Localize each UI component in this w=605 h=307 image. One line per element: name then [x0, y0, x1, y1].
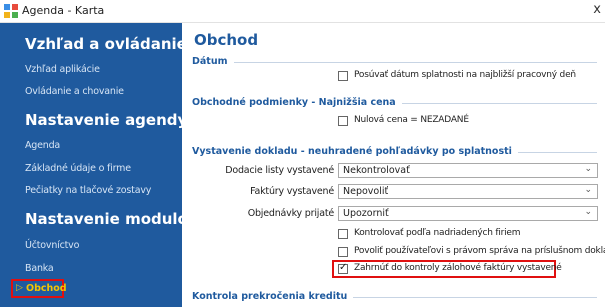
section-datum: Dátum: [192, 56, 597, 68]
section-kontrola-kreditu: Kontrola prekročenia kreditu: [192, 291, 597, 303]
sidebar-item-banka[interactable]: Banka: [25, 263, 54, 274]
section-divider: [192, 62, 597, 63]
select-value: Upozorniť: [343, 208, 389, 219]
checkbox-label: Povoliť používateľovi s právom správa na…: [354, 246, 605, 256]
title-bar: Agenda - Karta x: [0, 0, 605, 23]
checkbox[interactable]: [338, 116, 348, 126]
checkbox-checked[interactable]: [338, 262, 348, 274]
section-obchodne-podmienky: Obchodné podmienky - Najnižšia cena: [192, 97, 597, 109]
select-value: Nepovoliť: [343, 186, 389, 197]
sidebar-item-label: Obchod: [26, 283, 67, 294]
select-faktury[interactable]: Nepovoliť ⌄: [338, 184, 598, 199]
checkbox-label: Nulová cena = NEZADANÉ: [354, 115, 469, 125]
field-label-objednavky: Objednávky prijaté: [247, 208, 335, 219]
sidebar: Vzhľad a ovládanie Vzhľad aplikácie Ovlá…: [0, 23, 198, 307]
app-icon: [4, 4, 18, 18]
section-vystavenie-dokladu: Vystavenie dokladu - neuhradené pohľadáv…: [192, 146, 597, 158]
sidebar-item-uctovnictvo[interactable]: Účtovníctvo: [25, 240, 79, 251]
close-icon[interactable]: x: [593, 2, 601, 17]
sidebar-heading-moduly: Nastavenie modulov: [25, 210, 198, 228]
select-objednavky[interactable]: Upozorniť ⌄: [338, 206, 598, 221]
sidebar-item-vzhlad-aplikacie[interactable]: Vzhľad aplikácie: [25, 64, 100, 75]
checkbox[interactable]: [338, 71, 348, 81]
select-value: Nekontrolovať: [343, 165, 410, 176]
sidebar-item-ovladanie[interactable]: Ovládanie a chovanie: [25, 86, 124, 97]
window-title: Agenda - Karta: [22, 4, 105, 17]
chevron-down-icon: ⌄: [584, 207, 592, 217]
section-title: Obchodné podmienky - Najnižšia cena: [192, 97, 402, 108]
field-label-faktury: Faktúry vystavené: [250, 186, 334, 197]
triangle-right-icon: ▷: [16, 283, 23, 293]
checkbox-label: Posúvať dátum splatnosti na najbližší pr…: [354, 70, 576, 80]
section-title: Kontrola prekročenia kreditu: [192, 291, 354, 302]
section-title: Dátum: [192, 56, 234, 67]
chevron-down-icon: ⌄: [584, 164, 592, 174]
section-title: Vystavenie dokladu - neuhradené pohľadáv…: [192, 146, 518, 157]
sidebar-heading-agenda: Nastavenie agendy: [25, 111, 188, 129]
sidebar-heading-vzhlad: Vzhľad a ovládanie: [25, 35, 187, 53]
sidebar-item-zakladne-udaje[interactable]: Základné údaje o firme: [25, 163, 131, 174]
field-label-dodacie: Dodacie listy vystavené: [225, 165, 334, 176]
sidebar-item-peciatky[interactable]: Pečiatky na tlačové zostavy: [25, 185, 151, 196]
checkbox[interactable]: [338, 229, 348, 239]
checkbox-label: Kontrolovať podľa nadriadených firiem: [354, 228, 521, 238]
page-title: Obchod: [194, 31, 259, 49]
chevron-down-icon: ⌄: [584, 185, 592, 195]
checkbox-label: Zahrnúť do kontroly zálohové faktúry vys…: [354, 263, 562, 273]
checkbox[interactable]: [338, 247, 348, 257]
sidebar-item-agenda[interactable]: Agenda: [25, 140, 60, 151]
main-panel: Obchod Dátum Posúvať dátum splatnosti na…: [182, 23, 605, 307]
sidebar-item-obchod[interactable]: ▷ Obchod: [11, 279, 67, 298]
select-dodacie-listy[interactable]: Nekontrolovať ⌄: [338, 163, 598, 178]
